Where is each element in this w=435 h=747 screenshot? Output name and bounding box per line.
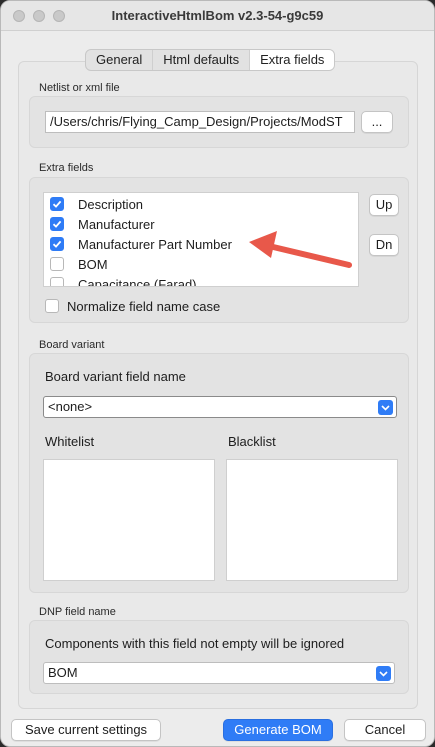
preferences-window: InteractiveHtmlBom v2.3-54-g9c59 General… xyxy=(0,0,435,747)
normalize-field-name-checkbox[interactable] xyxy=(45,299,59,313)
tab-general[interactable]: General xyxy=(86,50,154,70)
tab-bar: General Html defaults Extra fields xyxy=(85,49,336,71)
dnp-select-value: BOM xyxy=(48,665,78,680)
move-up-button[interactable]: Up xyxy=(369,194,399,216)
board-variant-caption: Board variant xyxy=(39,339,105,351)
field-label: BOM xyxy=(78,256,108,272)
list-item[interactable]: Manufacturer xyxy=(50,214,155,234)
field-label: Description xyxy=(78,196,144,212)
blacklist-label: Blacklist xyxy=(228,434,276,449)
field-label: Capacitance (Farad) xyxy=(78,276,197,287)
checkmark-icon xyxy=(52,200,62,208)
dnp-caption: DNP field name xyxy=(39,606,116,618)
board-variant-select[interactable]: <none> xyxy=(43,396,397,418)
field-label: Manufacturer xyxy=(78,216,155,232)
titlebar: InteractiveHtmlBom v2.3-54-g9c59 xyxy=(1,1,434,31)
netlist-path-input[interactable]: /Users/chris/Flying_Camp_Design/Projects… xyxy=(45,111,355,133)
checkbox-description[interactable] xyxy=(50,197,64,211)
list-item[interactable]: BOM xyxy=(50,254,108,274)
save-settings-button[interactable]: Save current settings xyxy=(11,719,161,741)
chevron-down-icon xyxy=(378,400,393,415)
checkbox-manufacturer[interactable] xyxy=(50,217,64,231)
checkbox-bom[interactable] xyxy=(50,257,64,271)
browse-button[interactable]: ... xyxy=(361,111,393,133)
whitelist-label: Whitelist xyxy=(45,434,95,449)
checkmark-icon xyxy=(52,240,62,248)
list-item[interactable]: Capacitance (Farad) xyxy=(50,274,197,287)
board-variant-select-value: <none> xyxy=(48,399,93,414)
checkbox-manufacturer-part-number[interactable] xyxy=(50,237,64,251)
board-variant-field-label: Board variant field name xyxy=(45,369,186,384)
dnp-description: Components with this field not empty wil… xyxy=(45,636,345,651)
list-item[interactable]: Manufacturer Part Number xyxy=(50,234,232,254)
blacklist-list[interactable] xyxy=(226,459,398,581)
whitelist-list[interactable] xyxy=(43,459,215,581)
list-item[interactable]: Description xyxy=(50,194,143,214)
move-down-button[interactable]: Dn xyxy=(369,234,399,256)
checkmark-icon xyxy=(52,220,62,228)
normalize-label: Normalize field name case xyxy=(67,298,221,314)
field-label: Manufacturer Part Number xyxy=(78,236,232,252)
window-title: InteractiveHtmlBom v2.3-54-g9c59 xyxy=(111,8,324,23)
tab-html-defaults[interactable]: Html defaults xyxy=(153,50,251,70)
dnp-field-select[interactable]: BOM xyxy=(43,662,395,684)
arrow-annotation-icon xyxy=(249,231,352,268)
chevron-down-icon xyxy=(376,666,391,681)
cancel-button[interactable]: Cancel xyxy=(344,719,426,741)
netlist-caption: Netlist or xml file xyxy=(39,82,120,94)
tab-extra-fields[interactable]: Extra fields xyxy=(250,50,335,70)
normalize-checkbox-row[interactable]: Normalize field name case xyxy=(45,296,220,316)
checkbox-capacitance[interactable] xyxy=(50,277,64,286)
generate-bom-button[interactable]: Generate BOM xyxy=(223,719,333,741)
extra-fields-caption: Extra fields xyxy=(39,162,94,174)
